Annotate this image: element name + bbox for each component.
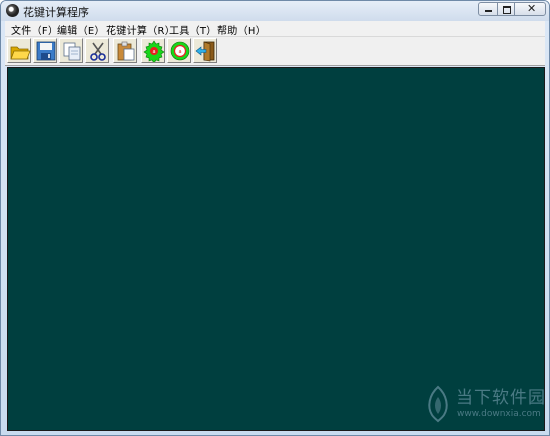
- title-bar[interactable]: 花键计算程序 ✕: [1, 1, 549, 21]
- app-icon[interactable]: [6, 4, 19, 17]
- open-button[interactable]: [7, 38, 31, 63]
- copy-icon: [63, 42, 81, 61]
- menu-edit[interactable]: 编辑（E）: [57, 22, 105, 37]
- cut-scissors-icon: [90, 42, 106, 61]
- copy-button[interactable]: [59, 38, 83, 63]
- spline-gear-icon: a: [143, 40, 165, 62]
- window-title: 花键计算程序: [23, 6, 89, 19]
- watermark-name: 当下软件园: [456, 388, 546, 408]
- menu-spline-calc[interactable]: 花键计算（R）: [106, 22, 175, 37]
- spline-ring-button[interactable]: a: [167, 38, 191, 63]
- paste-button[interactable]: [113, 38, 137, 63]
- close-button[interactable]: ✕: [514, 2, 546, 16]
- app-window: 花键计算程序 ✕ 文件（F） 编辑（E） 花键计算（R） 工具（T） 帮助（H）: [0, 0, 550, 436]
- menu-help[interactable]: 帮助（H）: [217, 22, 266, 37]
- menu-bar: 文件（F） 编辑（E） 花键计算（R） 工具（T） 帮助（H）: [5, 21, 545, 37]
- exit-door-icon: [195, 41, 215, 62]
- toolbar: a a: [5, 37, 545, 66]
- downxia-logo-icon: [428, 385, 448, 423]
- cut-button[interactable]: [85, 38, 109, 63]
- minimize-button[interactable]: [478, 2, 498, 16]
- svg-text:a: a: [178, 49, 181, 55]
- paste-icon: [117, 41, 135, 61]
- watermark: 当下软件园 www.downxia.com: [423, 383, 546, 427]
- svg-text:a: a: [152, 49, 155, 55]
- save-button[interactable]: [33, 38, 57, 63]
- maximize-icon: [503, 6, 511, 14]
- spline-gear-button[interactable]: a: [141, 38, 165, 63]
- menu-tools[interactable]: 工具（T）: [169, 22, 217, 37]
- maximize-button[interactable]: [497, 2, 515, 16]
- minimize-icon: [485, 10, 492, 12]
- drawing-area[interactable]: [7, 67, 545, 431]
- close-icon: ✕: [527, 2, 537, 15]
- menu-file[interactable]: 文件（F）: [11, 22, 58, 37]
- exit-button[interactable]: [193, 38, 217, 63]
- open-folder-icon: [10, 46, 31, 60]
- save-disk-icon: [36, 41, 56, 61]
- spline-ring-icon: a: [170, 41, 190, 61]
- watermark-url: www.downxia.com: [457, 409, 541, 419]
